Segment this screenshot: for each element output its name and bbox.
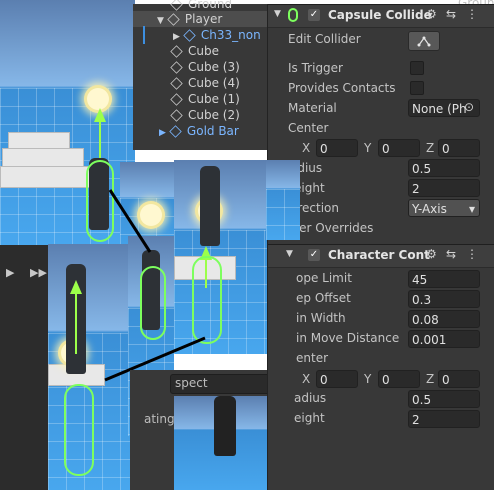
direction-dropdown[interactable]: Y-Axis ▾	[408, 199, 480, 217]
chevron-right-icon[interactable]: ▶	[159, 128, 166, 138]
center-x-label: X	[302, 372, 311, 386]
edit-collider-button[interactable]	[408, 31, 440, 51]
scene-grid	[266, 188, 300, 240]
center-y-field[interactable]: 0	[378, 370, 420, 388]
rating-label: ating	[144, 412, 175, 426]
selection-marker	[143, 26, 145, 44]
provides-contacts-label: Provides Contacts	[288, 81, 396, 95]
component-title: Character Cont	[328, 248, 430, 262]
skin-width-field[interactable]: 0.08	[408, 310, 480, 328]
center-x-field[interactable]: 0	[316, 139, 358, 157]
radius-field[interactable]: 0.5	[408, 390, 480, 408]
chevron-down-icon[interactable]: ▼	[274, 9, 281, 19]
sliders-icon[interactable]: ⇆	[446, 247, 456, 261]
provides-contacts-checkbox[interactable]	[410, 81, 424, 95]
sliders-icon[interactable]: ⇆	[446, 7, 456, 21]
material-label: Material	[288, 101, 337, 115]
enable-checkbox[interactable]: ✓	[308, 9, 320, 21]
edit-collider-label: Edit Collider	[288, 32, 361, 46]
hierarchy-panel: Ground ▼ Player ▶ Ch33_non Cube Cube (3) C…	[133, 0, 291, 150]
center-z-label: Z	[426, 372, 435, 386]
center-x-field[interactable]: 0	[316, 370, 358, 388]
radius-label: adius	[294, 391, 327, 405]
layer-overrides-label: yer Overrides	[292, 221, 374, 235]
center-x-label: X	[302, 141, 311, 155]
center-z-label: Z	[426, 141, 435, 155]
enable-checkbox[interactable]: ✓	[308, 249, 320, 261]
center-z-field[interactable]: 0	[438, 370, 480, 388]
slope-limit-label: ope Limit	[296, 271, 352, 285]
inspector-panel: Groun ▼ ✓ Capsule Collide ⚙ ⇆ ⋮ Edit Col…	[267, 0, 494, 490]
center-y-field[interactable]: 0	[378, 139, 420, 157]
cube-icon	[170, 109, 183, 122]
cube-icon	[167, 13, 180, 26]
menu-icon[interactable]: ⋮	[466, 247, 478, 261]
height-field[interactable]: 2	[408, 179, 480, 197]
is-trigger-label: Is Trigger	[288, 61, 343, 75]
character-controller-header[interactable]: ▼ ✓ Character Cont ⚙ ⇆ ⋮	[268, 244, 494, 268]
center-y-label: Y	[364, 141, 372, 155]
center-label: Center	[288, 121, 329, 135]
center-z-field[interactable]: 0	[438, 139, 480, 157]
min-move-distance-label: in Move Distance	[296, 331, 400, 345]
help-icon[interactable]: ⚙	[426, 7, 437, 21]
menu-icon[interactable]: ⋮	[466, 7, 478, 21]
cube-icon	[170, 0, 183, 11]
direction-label: irection	[294, 201, 339, 215]
center-label: enter	[296, 351, 329, 365]
is-trigger-checkbox[interactable]	[410, 61, 424, 75]
chevron-right-icon[interactable]: ▶	[173, 32, 180, 42]
chevron-down-icon: ▾	[468, 202, 475, 216]
inspect-label: spect	[175, 376, 208, 390]
radius-field[interactable]: 0.5	[408, 159, 480, 177]
chevron-down-icon[interactable]: ▼	[286, 249, 293, 259]
connector-line	[108, 189, 152, 253]
height-label: eight	[294, 411, 325, 425]
cube-icon	[170, 77, 183, 90]
center-y-label: Y	[364, 372, 372, 386]
edit-collider-icon	[417, 36, 431, 47]
cube-icon	[170, 45, 183, 58]
component-title: Capsule Collide	[328, 8, 432, 22]
skin-width-label: in Width	[296, 311, 346, 325]
help-icon[interactable]: ⚙	[426, 247, 437, 261]
character-legs	[214, 396, 236, 456]
height-field[interactable]: 2	[408, 410, 480, 428]
slope-limit-field[interactable]: 45	[408, 270, 480, 288]
cube-icon	[170, 61, 183, 74]
scene-view-overlay-5[interactable]	[266, 160, 300, 240]
capsule-collider-icon	[288, 8, 298, 22]
chevron-down-icon[interactable]: ▼	[157, 16, 164, 26]
step-offset-label: ep Offset	[296, 291, 351, 305]
step-offset-field[interactable]: 0.3	[408, 290, 480, 308]
cube-icon	[170, 93, 183, 106]
min-move-distance-field[interactable]: 0.001	[408, 330, 480, 348]
prefab-icon	[169, 125, 182, 138]
capsule-collider-header[interactable]: ▼ ✓ Capsule Collide ⚙ ⇆ ⋮	[268, 4, 494, 28]
object-picker-icon[interactable]: ⊙	[464, 100, 474, 114]
prefab-icon	[183, 29, 196, 42]
